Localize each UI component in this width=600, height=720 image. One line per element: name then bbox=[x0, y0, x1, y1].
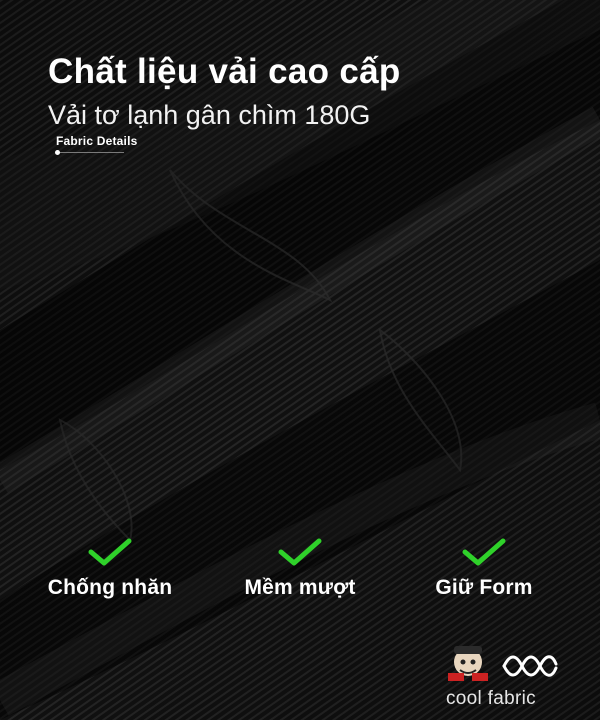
feature-smooth: Mềm mượt bbox=[220, 538, 380, 600]
check-icon bbox=[462, 538, 506, 566]
check-icon bbox=[278, 538, 322, 566]
page-subtitle: Vải tơ lạnh gân chìm 180G bbox=[48, 100, 371, 130]
feature-label: Chống nhăn bbox=[47, 576, 173, 599]
mascot-logo-icon bbox=[448, 646, 488, 681]
details-dot bbox=[55, 150, 60, 155]
page-title: Chất liệu vải cao cấp bbox=[48, 52, 401, 91]
check-icon bbox=[88, 538, 132, 566]
header: Chất liệu vải cao cấp Vải tơ lạnh gân ch… bbox=[48, 50, 401, 132]
fabric-banner: Chất liệu vải cao cấp Vải tơ lạnh gân ch… bbox=[0, 0, 600, 720]
feature-label: Giữ Form bbox=[435, 576, 533, 599]
wave-logo-icon bbox=[502, 655, 558, 677]
details-divider bbox=[56, 152, 124, 153]
feature-keeps-form: Giữ Form bbox=[404, 538, 564, 600]
feature-anti-wrinkle: Chống nhăn bbox=[30, 538, 190, 600]
brand-label: cool fabric bbox=[446, 688, 536, 709]
fabric-details-label: Fabric Details bbox=[56, 134, 138, 148]
feature-label: Mềm mượt bbox=[244, 576, 356, 599]
